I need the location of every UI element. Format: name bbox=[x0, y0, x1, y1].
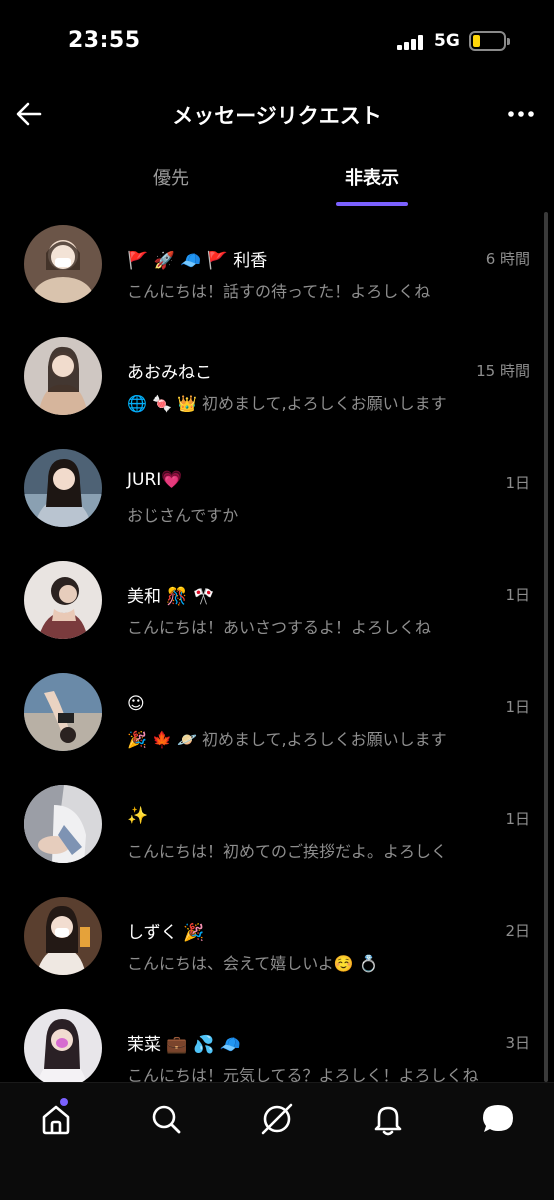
message-time: 1日 bbox=[505, 586, 530, 604]
status-time: 23:55 bbox=[68, 28, 141, 53]
nav-search[interactable] bbox=[148, 1101, 184, 1137]
message-preview: おじさんですか bbox=[127, 506, 239, 525]
avatar bbox=[24, 785, 102, 863]
avatar bbox=[24, 897, 102, 975]
message-time: 3日 bbox=[505, 1034, 530, 1052]
header: メッセージリクエスト bbox=[0, 90, 554, 138]
sender-name: 美和 🎊 🎌 bbox=[127, 587, 215, 607]
sender-name: しずく 🎉 bbox=[127, 923, 205, 943]
message-item[interactable]: 美和 🎊 🎌 1日 こんにちは！あいさつするよ！よろしくね bbox=[0, 556, 554, 668]
message-preview: 🎉 🍁 🪐 初めまして,よろしくお願いします bbox=[127, 730, 447, 749]
tab-bar: 優先 非表示 bbox=[0, 158, 554, 208]
status-bar: 23:55 5G bbox=[0, 0, 554, 84]
message-time: 1日 bbox=[505, 698, 530, 716]
search-icon bbox=[152, 1105, 181, 1134]
message-time: 1日 bbox=[505, 474, 530, 492]
message-request-list: 🚩 🚀 🧢 🚩 利香 6 時間 こんにちは！話すの待ってた！よろしくね あおみね… bbox=[0, 210, 554, 1082]
battery-icon bbox=[469, 31, 510, 51]
sender-name: ✨ bbox=[127, 806, 149, 826]
message-preview: こんにちは！初めてのご挨拶だよ。よろしく bbox=[127, 842, 448, 861]
message-item[interactable]: ☺ 1日 🎉 🍁 🪐 初めまして,よろしくお願いします bbox=[0, 668, 554, 780]
avatar bbox=[24, 561, 102, 639]
message-preview: こんにちは、会えて嬉しいよ☺️ 💍 bbox=[127, 954, 379, 973]
message-preview: こんにちは！話すの待ってた！よろしくね bbox=[127, 282, 431, 301]
message-preview: こんにちは！元気してる？よろしく！よろしくね bbox=[127, 1066, 479, 1082]
message-item[interactable]: あおみねこ 15 時間 🌐 🍬 👑 初めまして,よろしくお願いします bbox=[0, 332, 554, 444]
chat-bubble-icon bbox=[483, 1105, 513, 1132]
scrollbar[interactable] bbox=[544, 212, 548, 1082]
avatar bbox=[24, 449, 102, 527]
message-preview: 🌐 🍬 👑 初めまして,よろしくお願いします bbox=[127, 394, 447, 413]
signal-icon bbox=[397, 34, 427, 50]
nav-explore[interactable] bbox=[259, 1101, 295, 1137]
message-time: 15 時間 bbox=[476, 362, 530, 380]
more-horizontal-icon bbox=[508, 111, 534, 117]
message-time: 2日 bbox=[505, 922, 530, 940]
compass-icon bbox=[261, 1103, 293, 1135]
more-button[interactable] bbox=[506, 102, 536, 126]
message-time: 6 時間 bbox=[485, 250, 530, 268]
nav-notifications[interactable] bbox=[370, 1101, 406, 1137]
message-item[interactable]: 茉菜 💼 💦 🧢 3日 こんにちは！元気してる？よろしく！よろしくね bbox=[0, 1004, 554, 1082]
nav-home[interactable] bbox=[38, 1098, 74, 1137]
message-item[interactable]: ✨ 1日 こんにちは！初めてのご挨拶だよ。よろしく bbox=[0, 780, 554, 892]
nav-messages[interactable] bbox=[480, 1101, 516, 1137]
message-item[interactable]: JURI💗 1日 おじさんですか bbox=[0, 444, 554, 556]
avatar bbox=[24, 225, 102, 303]
avatar bbox=[24, 673, 102, 751]
home-icon bbox=[42, 1105, 70, 1135]
sender-name: ☺ bbox=[127, 694, 145, 714]
message-item[interactable]: しずく 🎉 2日 こんにちは、会えて嬉しいよ☺️ 💍 bbox=[0, 892, 554, 1004]
active-tab-indicator bbox=[336, 202, 408, 206]
bottom-nav bbox=[0, 1082, 554, 1200]
sender-name: 茉菜 💼 💦 🧢 bbox=[127, 1035, 241, 1055]
sender-name: あおみねこ bbox=[127, 363, 212, 383]
tab-priority[interactable]: 優先 bbox=[111, 164, 231, 190]
message-item[interactable]: 🚩 🚀 🧢 🚩 利香 6 時間 こんにちは！話すの待ってた！よろしくね bbox=[0, 220, 554, 332]
tab-hidden[interactable]: 非表示 bbox=[312, 164, 432, 190]
bell-icon bbox=[374, 1106, 402, 1136]
network-type: 5G bbox=[434, 31, 460, 51]
page-title: メッセージリクエスト bbox=[172, 104, 382, 128]
sender-name: JURI💗 bbox=[127, 470, 183, 490]
message-preview: こんにちは！あいさつするよ！よろしくね bbox=[127, 618, 432, 637]
avatar bbox=[24, 1009, 102, 1082]
notification-dot bbox=[60, 1098, 68, 1106]
sender-name: 🚩 🚀 🧢 🚩 利香 bbox=[127, 251, 268, 271]
message-time: 1日 bbox=[505, 810, 530, 828]
avatar bbox=[24, 337, 102, 415]
